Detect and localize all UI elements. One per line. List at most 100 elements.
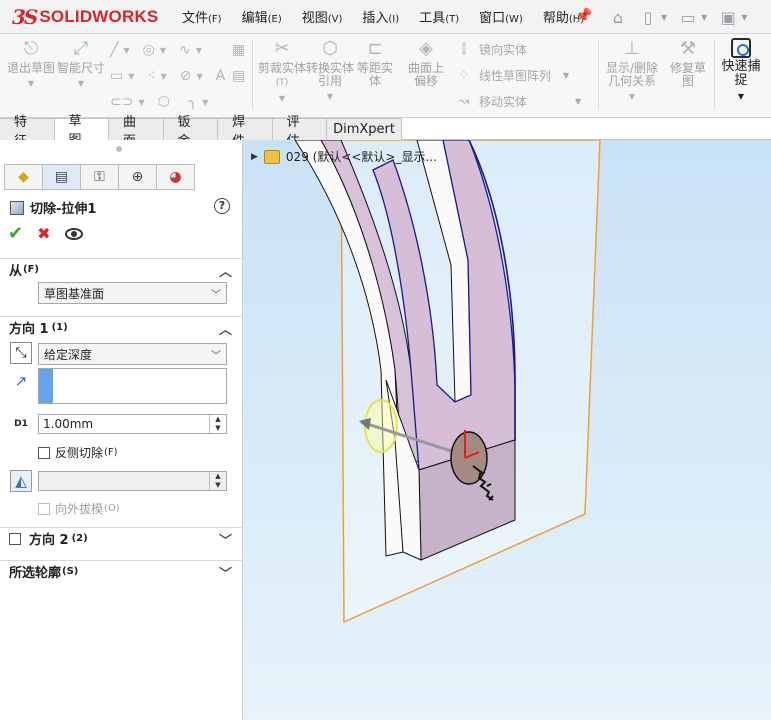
mirror-entities-button[interactable]: ⫿ 镜向实体: [455, 41, 527, 58]
slot-icon[interactable]: ⊂⊃: [110, 94, 133, 110]
direction1-section-header[interactable]: 方向 1 (1) ︿: [0, 316, 242, 338]
configuration-icon: ⚿: [94, 169, 105, 185]
feature-tree-flyout[interactable]: ▶ 029 (默认<<默认>_显示...: [251, 148, 437, 165]
tab-sketch[interactable]: 草图: [54, 114, 110, 148]
depth-spin-buttons[interactable]: ▲ ▼: [209, 415, 226, 433]
trim-entities-button[interactable]: ✂ 剪裁实体(T) ▼: [257, 38, 307, 105]
reverse-arrow-icon: ⤡: [15, 345, 27, 361]
ok-checkmark-icon[interactable]: ✔: [8, 223, 23, 244]
offset-entities-button[interactable]: ⊏ 等距实体: [353, 38, 397, 88]
draft-toggle-button[interactable]: ◭: [10, 470, 32, 492]
draft-spin-buttons[interactable]: ▲ ▼: [209, 472, 226, 490]
chevron-down-icon: ﹀: [211, 351, 221, 362]
spline-icon[interactable]: ∿: [179, 42, 191, 58]
tab-surfaces[interactable]: 曲面: [109, 115, 164, 149]
chevron-down-icon: ﹀: [218, 534, 232, 549]
draft-outward-checkbox[interactable]: 向外拔模 (O): [38, 500, 120, 517]
direction-reference-selection-box[interactable]: [38, 368, 227, 404]
menu-view[interactable]: 视图(V): [302, 7, 343, 26]
tab-features[interactable]: 特征: [0, 115, 55, 149]
direction2-section-header[interactable]: 方向 2 (2) ﹀: [0, 527, 242, 549]
centerline-icon[interactable]: ▤: [232, 68, 245, 84]
feature-tree-icon: ◆: [18, 169, 29, 185]
menu-bar: 3S SOLIDWORKS 文件(F) 编辑(E) 视图(V) 插入(I) 工具…: [0, 0, 771, 34]
chevron-up-icon: ︿: [218, 323, 232, 338]
save-icon[interactable]: ▣: [715, 5, 741, 29]
chevron-down-icon: ﹀: [218, 567, 232, 582]
move-entities-button[interactable]: ↝ 移动实体 ▼: [455, 93, 582, 110]
pin-menu-icon[interactable]: 📌: [575, 8, 592, 24]
feature-manager-tab[interactable]: ◆: [4, 164, 43, 190]
color-wheel-icon: ◕: [169, 169, 182, 185]
trim-icon: ✂: [274, 38, 290, 59]
linear-pattern-button[interactable]: ⁘ 线性草图阵列 ▼: [455, 67, 570, 84]
tab-sheet-metal[interactable]: 钣金: [163, 115, 219, 149]
direction-vector-icon: ↗: [14, 372, 28, 390]
tab-weldments[interactable]: 焊件: [218, 115, 273, 149]
exit-sketch-button[interactable]: ⎋ 退出草图 ▼: [6, 38, 56, 90]
menu-insert[interactable]: 插入(I): [362, 7, 399, 26]
draft-icon: ◭: [15, 472, 27, 490]
sketch-tools-row-2: ▭ ▼ ⁖ ▼ ⊘ ▼ A: [110, 68, 226, 84]
end-condition-select[interactable]: 给定深度 ﹀: [38, 343, 227, 365]
point-tools: ▦: [232, 42, 245, 58]
chevron-down-icon: ﹀: [211, 290, 221, 301]
draft-angle-input[interactable]: ▲ ▼: [38, 471, 227, 491]
offset-icon: ⊏: [367, 38, 383, 59]
command-manager-tabs: 特征 草图 曲面 钣金 焊件 评估 DimXpert: [0, 114, 402, 149]
menu-file[interactable]: 文件(F): [182, 7, 222, 26]
convert-entities-button[interactable]: ⬡ 转换实体引用 ▼: [305, 38, 355, 103]
logo-text: SOLIDWORKS: [39, 7, 159, 26]
fillet-icon[interactable]: ╮: [189, 94, 197, 110]
chevron-up-icon: ︿: [218, 265, 232, 280]
tab-evaluate[interactable]: 评估: [272, 115, 328, 149]
flip-side-cut-checkbox[interactable]: 反侧切除 (F): [38, 444, 118, 461]
display-delete-relations-button[interactable]: ⊥ 显示/删除几何关系 ▼: [603, 38, 661, 103]
linear-pattern-icon: ⁘: [458, 68, 470, 83]
tab-dimxpert[interactable]: DimXpert: [327, 118, 402, 140]
line-icon[interactable]: ╱: [110, 42, 118, 58]
sketch-tools-row-3: ⊂⊃ ▼ ⬡ ╮ ▼: [110, 94, 209, 110]
from-section-header[interactable]: 从 (F) ︿: [0, 258, 242, 280]
configuration-manager-tab[interactable]: ⚿: [80, 164, 119, 190]
solidworks-window: 3S SOLIDWORKS 文件(F) 编辑(E) 视图(V) 插入(I) 工具…: [0, 0, 771, 720]
expand-triangle-icon[interactable]: ▶: [251, 152, 258, 162]
solidworks-logo[interactable]: 3S SOLIDWORKS: [12, 5, 159, 29]
quick-snaps-button[interactable]: 快速捕捉 ▼: [718, 38, 764, 104]
move-icon: ↝: [458, 94, 470, 109]
repair-sketch-icon: ⚒: [679, 38, 697, 59]
polygon-icon[interactable]: ⬡: [158, 94, 170, 110]
repair-sketch-button[interactable]: ⚒ 修复草图: [665, 38, 711, 88]
model-geometry: [294, 140, 601, 624]
selected-contours-section-header[interactable]: 所选轮廓 (S) ﹀: [0, 560, 242, 582]
display-manager-tab[interactable]: ◕: [156, 164, 195, 190]
point-icon[interactable]: ▦: [232, 42, 245, 58]
confirm-row: ✔ ✖: [8, 223, 83, 244]
new-document-icon[interactable]: ▯: [635, 5, 661, 29]
property-list-icon: ▤: [54, 169, 69, 185]
arc-icon[interactable]: ⁖: [147, 68, 155, 84]
menu-edit[interactable]: 编辑(E): [242, 7, 282, 26]
ellipse-icon[interactable]: ⊘: [180, 68, 192, 84]
cancel-x-icon[interactable]: ✖: [37, 224, 50, 243]
smart-dimension-button[interactable]: ⤢ 智能尺寸 ▼: [56, 38, 106, 90]
dimxpert-manager-tab[interactable]: ⊕: [118, 164, 157, 190]
smart-dimension-icon: ⤢: [73, 38, 89, 59]
graphics-viewport[interactable]: ▶ 029 (默认<<默认>_显示...: [243, 140, 771, 720]
text-icon[interactable]: A: [216, 68, 226, 84]
offset-on-surface-button[interactable]: ◈ 曲面上偏移: [403, 38, 449, 88]
from-select[interactable]: 草图基准面 ﹀: [38, 282, 227, 304]
rectangle-icon[interactable]: ▭: [110, 68, 123, 84]
menu-tools[interactable]: 工具(T): [419, 7, 459, 26]
direction2-checkbox[interactable]: [9, 532, 21, 545]
open-folder-icon[interactable]: ▭: [675, 5, 701, 29]
circle-icon[interactable]: ◎: [143, 42, 155, 58]
reverse-direction-button[interactable]: ⤡: [10, 342, 32, 364]
help-button[interactable]: ?: [214, 198, 230, 214]
preview-eye-icon[interactable]: [64, 227, 83, 240]
property-manager-tab[interactable]: ▤: [42, 164, 81, 190]
home-icon[interactable]: ⌂: [605, 5, 631, 29]
depth-input[interactable]: 1.00mm ▲ ▼: [38, 414, 227, 434]
menu-window[interactable]: 窗口(W): [479, 7, 523, 26]
panel-grip[interactable]: [116, 146, 122, 152]
